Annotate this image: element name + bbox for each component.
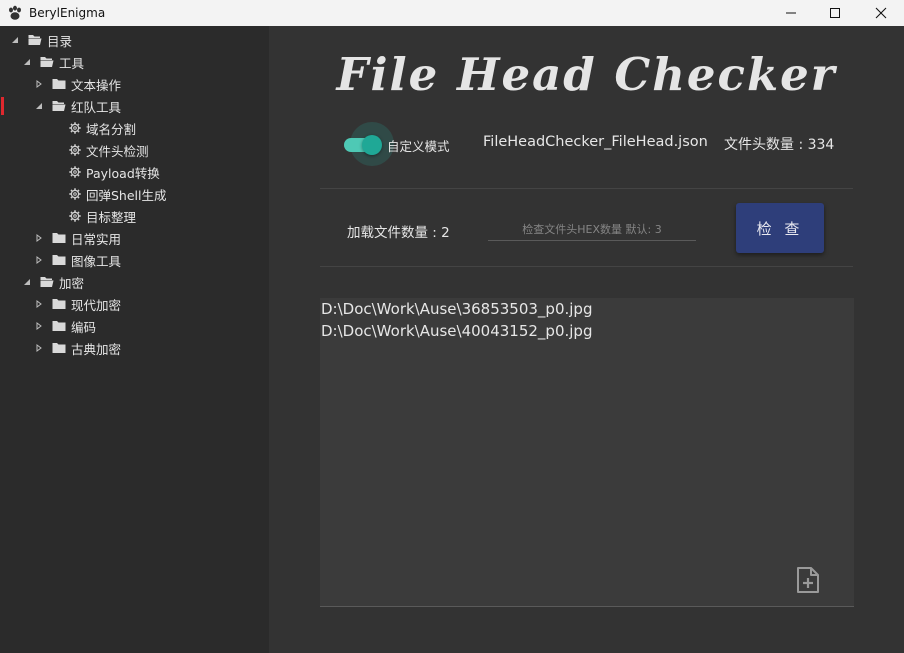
folder-icon	[28, 34, 42, 46]
tree-item[interactable]: 文本操作	[0, 73, 269, 95]
gear-icon	[69, 144, 81, 156]
tree-item-label: 图像工具	[71, 253, 122, 269]
tree-item-label: 目录	[47, 33, 73, 49]
custom-mode-toggle[interactable]	[342, 120, 394, 170]
folder-icon	[40, 276, 54, 288]
maximize-icon	[830, 8, 840, 18]
gear-icon	[69, 188, 81, 200]
gear-icon	[69, 122, 81, 134]
minimize-button[interactable]	[768, 0, 814, 26]
navigation-tree: 目录工具文本操作红队工具域名分割文件头检测 Payload转换 回弹Shell生成目…	[0, 26, 269, 653]
folder-icon	[40, 56, 54, 68]
collapsed-arrow-icon[interactable]	[34, 343, 44, 353]
paw-icon	[7, 5, 23, 21]
tree-item-label: 文件头检测	[86, 143, 149, 159]
tree-item-label: 加密	[59, 275, 85, 291]
tree-item[interactable]: 红队工具	[0, 95, 269, 117]
custom-mode-label: 自定义模式	[387, 139, 450, 154]
tree-item-label: 文本操作	[71, 77, 122, 93]
tree-item-label: 域名分割	[86, 121, 137, 137]
tree-item-label: 红队工具	[71, 99, 122, 115]
expanded-arrow-icon[interactable]	[34, 101, 44, 111]
collapsed-arrow-icon[interactable]	[34, 255, 44, 265]
tree-item[interactable]: 图像工具	[0, 249, 269, 271]
check-button[interactable]: 检 查	[736, 203, 824, 253]
divider	[320, 188, 853, 189]
collapsed-arrow-icon[interactable]	[34, 79, 44, 89]
collapsed-arrow-icon[interactable]	[34, 299, 44, 309]
list-item[interactable]: D:\Doc\Work\Ause\40043152_p0.jpg	[320, 320, 854, 342]
collapsed-arrow-icon[interactable]	[34, 233, 44, 243]
folder-icon	[52, 342, 66, 354]
file-head-count: 文件头数量 : 334	[724, 137, 835, 153]
tree-item-label: 日常实用	[71, 231, 122, 247]
file-add-icon[interactable]	[794, 566, 822, 594]
folder-icon	[52, 298, 66, 310]
expanded-arrow-icon[interactable]	[10, 35, 20, 45]
list-item[interactable]: D:\Doc\Work\Ause\36853503_p0.jpg	[320, 298, 854, 320]
tree-item-label: 回弹Shell生成	[86, 187, 167, 203]
folder-icon	[52, 232, 66, 244]
gear-icon	[69, 166, 81, 178]
loaded-file-count: 加载文件数量 : 2	[347, 225, 450, 241]
tree-item[interactable]: 编码	[0, 315, 269, 337]
hex-count-input[interactable]	[488, 218, 696, 241]
tree-item-label: 编码	[71, 319, 97, 335]
minimize-icon	[786, 12, 796, 14]
tree-item[interactable]: 文件头检测	[0, 139, 269, 161]
window-title: BerylEnigma	[29, 6, 106, 20]
tree-item[interactable]: 域名分割	[0, 117, 269, 139]
tree-item[interactable]: 现代加密	[0, 293, 269, 315]
tree-item-label: 工具	[59, 55, 85, 71]
file-list[interactable]: D:\Doc\Work\Ause\36853503_p0.jpg D:\Doc\…	[320, 298, 854, 607]
folder-icon	[52, 320, 66, 332]
tree-item[interactable]: 工具	[0, 51, 269, 73]
close-icon	[875, 7, 887, 19]
tree-item[interactable]: 回弹Shell生成	[0, 183, 269, 205]
folder-icon	[52, 100, 66, 112]
tree-item[interactable]: 古典加密	[0, 337, 269, 359]
collapsed-arrow-icon[interactable]	[34, 321, 44, 331]
tree-item-label: 古典加密	[71, 341, 122, 357]
tree-item[interactable]: 日常实用	[0, 227, 269, 249]
divider	[320, 266, 853, 267]
tree-item[interactable]: 加密	[0, 271, 269, 293]
folder-icon	[52, 254, 66, 266]
tree-item[interactable]: Payload转换	[0, 161, 269, 183]
tree-item-label: Payload转换	[86, 165, 160, 181]
tree-item[interactable]: 目标整理	[0, 205, 269, 227]
json-file-name: FileHeadChecker_FileHead.json	[483, 134, 708, 150]
gear-icon	[69, 210, 81, 222]
main-panel: File Head Checker 自定义模式 FileHeadChecker_…	[269, 26, 904, 653]
maximize-button[interactable]	[812, 0, 858, 26]
title-bar: BerylEnigma	[0, 0, 904, 26]
tree-item-label: 现代加密	[71, 297, 122, 313]
folder-icon	[52, 78, 66, 90]
close-button[interactable]	[858, 0, 904, 26]
tree-item-label: 目标整理	[86, 209, 137, 225]
page-title: File Head Checker	[336, 48, 837, 101]
tree-item[interactable]: 目录	[0, 29, 269, 51]
expanded-arrow-icon[interactable]	[22, 57, 32, 67]
expanded-arrow-icon[interactable]	[22, 277, 32, 287]
